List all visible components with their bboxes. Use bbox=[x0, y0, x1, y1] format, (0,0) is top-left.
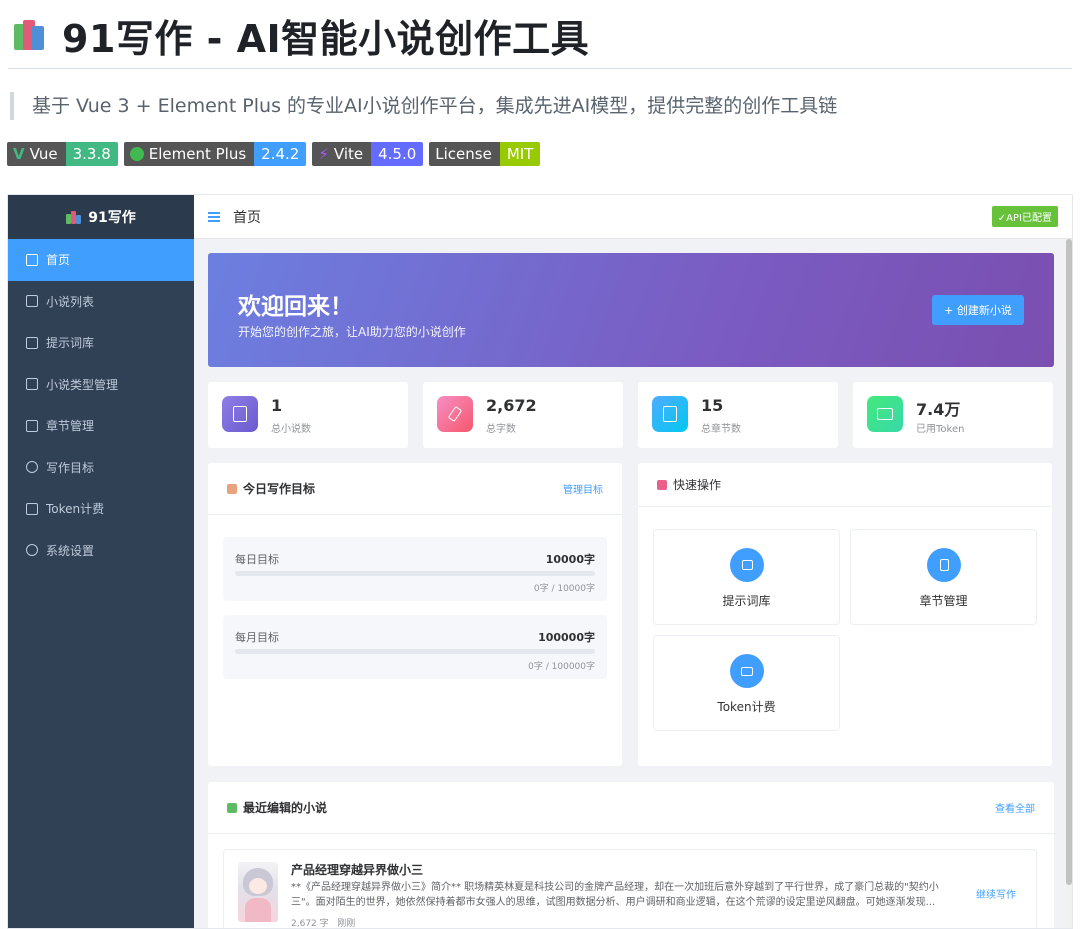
gear-icon bbox=[26, 544, 38, 557]
badges: V Vue 3.3.8 Element Plus 2.4.2 ⚡ Vite 4.5.… bbox=[7, 142, 541, 166]
novel-cover bbox=[238, 862, 278, 922]
books-icon bbox=[227, 802, 237, 813]
app-logo[interactable]: 91写作 bbox=[8, 195, 194, 239]
notebook-icon bbox=[927, 548, 961, 582]
stat-words: 2,672 总字数 bbox=[423, 382, 623, 448]
memo-icon bbox=[227, 483, 237, 494]
sidebar-item-goals[interactable]: 写作目标 bbox=[8, 447, 194, 489]
aim-icon bbox=[26, 461, 38, 474]
notebook-icon bbox=[26, 419, 38, 432]
sidebar: 91写作 首页 小说列表 提示词库 小说类型管理 章节管理 写作目标 Token… bbox=[8, 195, 194, 928]
welcome-banner: 欢迎回来！ 开始您的创作之旅，让AI助力您的小说创作 + 创建新小说 bbox=[208, 253, 1054, 367]
message-icon bbox=[730, 548, 764, 582]
welcome-subtitle: 开始您的创作之旅，让AI助力您的小说创作 bbox=[238, 325, 466, 339]
menu-toggle-icon[interactable] bbox=[208, 211, 220, 222]
welcome-title: 欢迎回来！ bbox=[238, 294, 353, 320]
badge-vue[interactable]: V Vue 3.3.8 bbox=[7, 142, 118, 166]
daily-goal-progress bbox=[235, 571, 595, 576]
card-icon bbox=[26, 502, 38, 515]
app-screenshot: 91写作 首页 小说列表 提示词库 小说类型管理 章节管理 写作目标 Token… bbox=[7, 194, 1073, 929]
document-icon bbox=[26, 295, 38, 308]
quick-prompts-button[interactable]: 提示词库 bbox=[653, 529, 840, 625]
readme-title: 91写作 - AI智能小说创作工具 bbox=[14, 10, 590, 61]
message-icon bbox=[26, 336, 38, 349]
novel-description: **《产品经理穿越异界做小三》简介** 职场精英林夏是科技公司的金牌产品经理，却… bbox=[291, 882, 939, 908]
vue-logo-icon: V bbox=[13, 145, 25, 163]
create-novel-button[interactable]: + 创建新小说 bbox=[932, 295, 1024, 325]
card-icon bbox=[867, 396, 903, 432]
home-icon bbox=[26, 253, 38, 266]
quick-token-button[interactable]: Token计费 bbox=[653, 635, 840, 731]
vite-logo-icon: ⚡ bbox=[318, 145, 329, 163]
title-divider bbox=[8, 68, 1072, 69]
continue-writing-button[interactable]: 继续写作 bbox=[976, 886, 1016, 901]
card-icon bbox=[730, 654, 764, 688]
rocket-icon bbox=[657, 479, 667, 490]
topbar: 首页 ✓API已配置 bbox=[194, 195, 1072, 239]
main-area: 首页 ✓API已配置 欢迎回来！ 开始您的创作之旅，让AI助力您的小说创作 + … bbox=[194, 195, 1072, 928]
stat-tokens: 7.4万 已用Token bbox=[853, 382, 1053, 448]
scrollbar[interactable] bbox=[1066, 239, 1072, 928]
sidebar-item-prompts[interactable]: 提示词库 bbox=[8, 322, 194, 364]
sidebar-item-novels[interactable]: 小说列表 bbox=[8, 281, 194, 323]
sidebar-item-genres[interactable]: 小说类型管理 bbox=[8, 364, 194, 406]
dashboard: 欢迎回来！ 开始您的创作之旅，让AI助力您的小说创作 + 创建新小说 1 总小说… bbox=[208, 253, 1054, 928]
stats-row: 1 总小说数 2,672 总字数 15 总章节数 7.4万 已用Token bbox=[208, 382, 1054, 448]
edit-icon bbox=[437, 396, 473, 432]
writing-goals-card: 今日写作目标 管理目标 每日目标 10000字 0字 / 10000字 每月目标… bbox=[208, 463, 622, 766]
sidebar-item-home[interactable]: 首页 bbox=[8, 239, 194, 281]
sidebar-item-chapters[interactable]: 章节管理 bbox=[8, 405, 194, 447]
badge-element-plus[interactable]: Element Plus 2.4.2 bbox=[123, 142, 307, 166]
books-icon bbox=[14, 18, 48, 52]
api-status-badge: ✓API已配置 bbox=[991, 206, 1058, 227]
novel-item[interactable]: 产品经理穿越异界做小三 **《产品经理穿越异界做小三》简介** 职场精英林夏是科… bbox=[223, 849, 1037, 929]
stat-novels: 1 总小说数 bbox=[208, 382, 408, 448]
books-icon bbox=[66, 210, 82, 224]
save-icon bbox=[26, 378, 38, 391]
monthly-goal-progress bbox=[235, 649, 595, 654]
novel-title: 产品经理穿越异界做小三 bbox=[291, 863, 424, 877]
manage-goals-link[interactable]: 管理目标 bbox=[563, 481, 603, 496]
novel-meta: 2,672 字 刚刚 bbox=[291, 919, 356, 929]
readme-quote: 基于 Vue 3 + Element Plus 的专业AI小说创作平台，集成先进… bbox=[10, 92, 837, 120]
breadcrumb: 首页 bbox=[233, 209, 261, 226]
badge-license[interactable]: License MIT bbox=[429, 142, 541, 166]
badge-vite[interactable]: ⚡ Vite 4.5.0 bbox=[312, 142, 424, 166]
stat-chapters: 15 总章节数 bbox=[638, 382, 838, 448]
sidebar-item-token[interactable]: Token计费 bbox=[8, 488, 194, 530]
monthly-goal: 每月目标 100000字 0字 / 100000字 bbox=[223, 615, 607, 679]
recent-novels-card: 最近编辑的小说 查看全部 产品经理穿越异界做小三 **《产品经理穿越异界做小三》… bbox=[208, 782, 1054, 929]
daily-goal: 每日目标 10000字 0字 / 10000字 bbox=[223, 537, 607, 601]
quick-chapters-button[interactable]: 章节管理 bbox=[850, 529, 1037, 625]
document-icon bbox=[222, 396, 258, 432]
page-title: 91写作 - AI智能小说创作工具 bbox=[62, 16, 590, 61]
element-plus-logo-icon bbox=[129, 147, 144, 161]
view-all-link[interactable]: 查看全部 bbox=[995, 800, 1035, 815]
notebook-icon bbox=[652, 396, 688, 432]
quick-actions-card: 快速操作 提示词库 章节管理 Token计费 bbox=[638, 463, 1052, 766]
sidebar-item-settings[interactable]: 系统设置 bbox=[8, 530, 194, 572]
